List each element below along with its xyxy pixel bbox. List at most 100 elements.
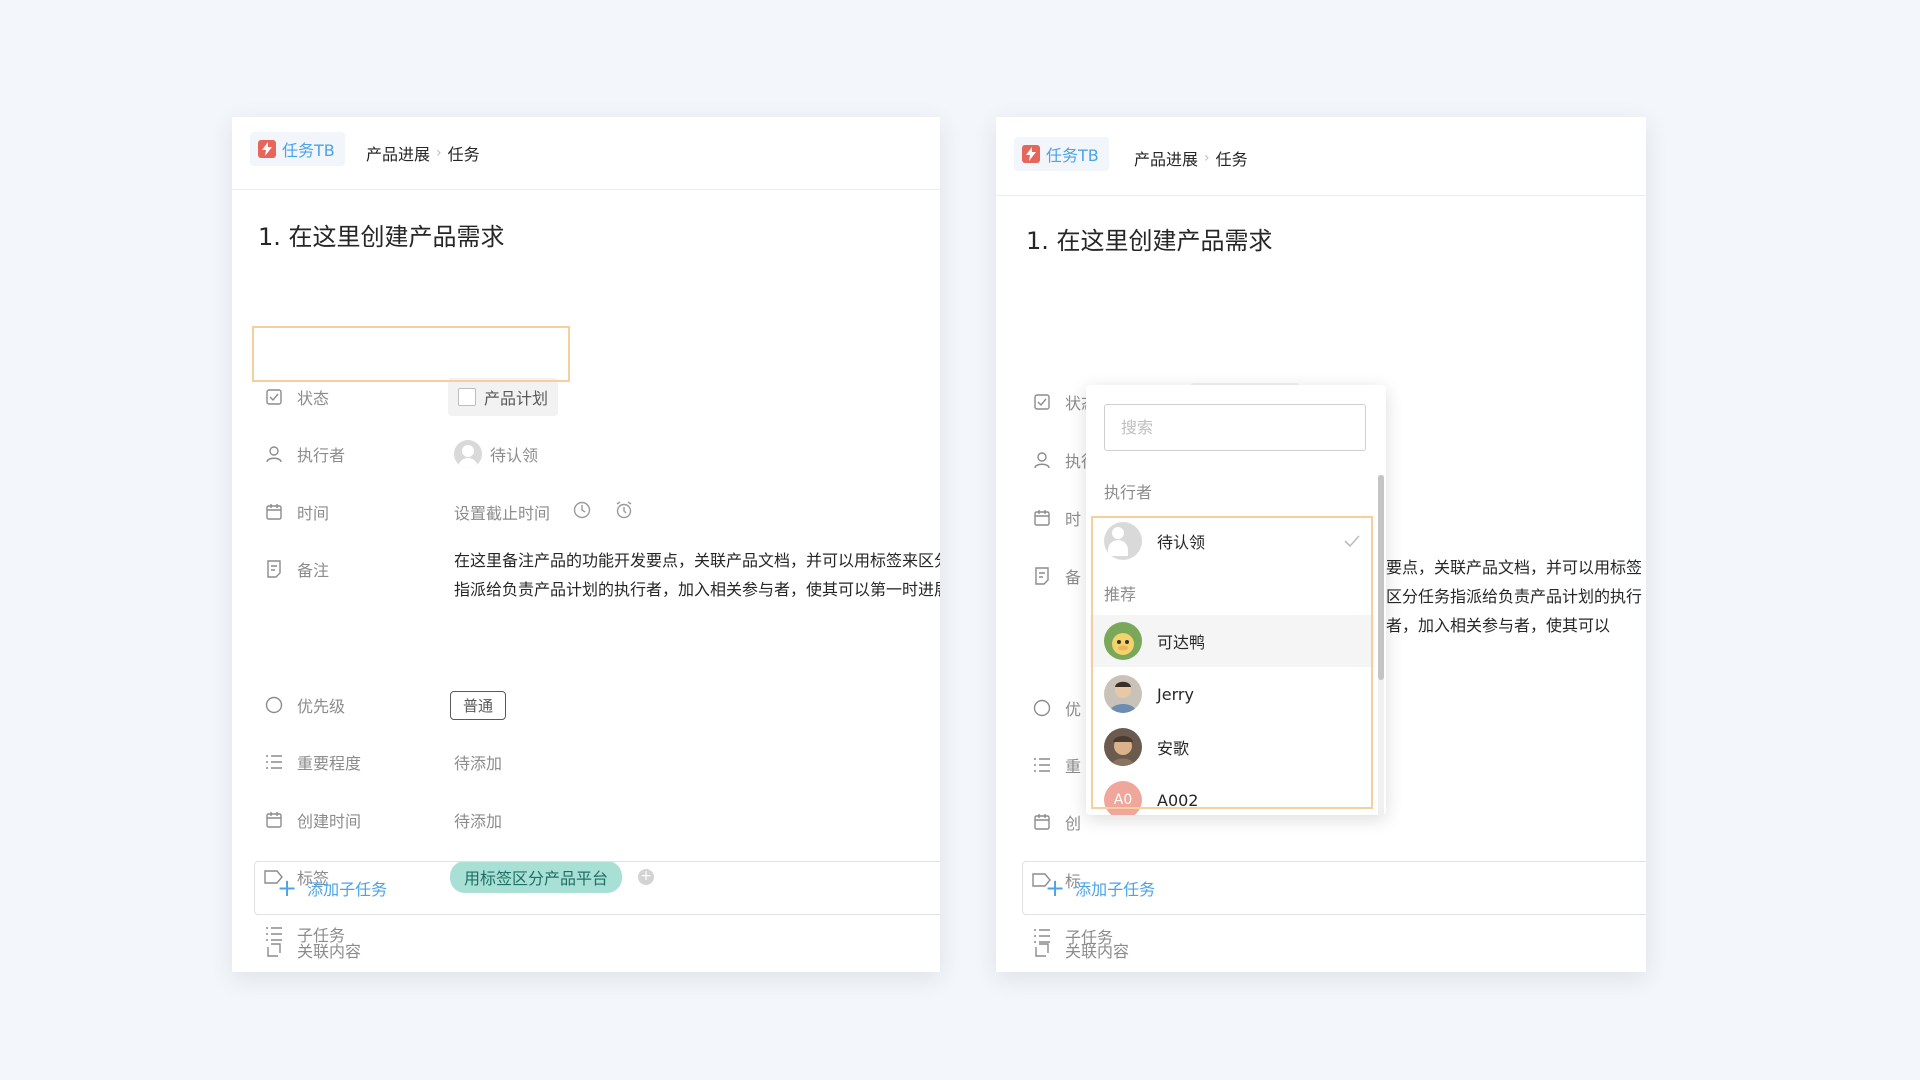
list-icon [1032, 755, 1052, 775]
circle-icon [1032, 698, 1052, 718]
checkbox-icon [1032, 392, 1052, 412]
task-title[interactable]: 1. 在这里创建产品需求 [1026, 221, 1273, 256]
field-label-partial: 重 [1065, 757, 1082, 776]
repeat-icon[interactable] [572, 500, 592, 524]
time-value[interactable]: 设置截止时间 [454, 500, 634, 524]
member-name: 待认领 [1157, 533, 1206, 552]
project-name: 任务TB [1046, 146, 1099, 165]
panel-header: 任务TB 产品进展 › 任务 [232, 117, 940, 190]
breadcrumb-item[interactable]: 产品进展 [1134, 146, 1198, 170]
field-label: 优先级 [297, 697, 346, 716]
breadcrumb-item[interactable]: 任务 [448, 141, 480, 165]
add-subtask-label: 添加子任务 [1075, 880, 1156, 899]
dropdown-item-member[interactable]: Jerry [1090, 668, 1374, 720]
status-checkbox[interactable] [458, 388, 476, 406]
checkmark-icon [1344, 532, 1360, 551]
field-label: 创建时间 [297, 812, 362, 831]
project-name: 任务TB [282, 141, 335, 160]
field-created: 创 [1032, 807, 1081, 837]
field-note: 备注 在这里备注产品的功能开发要点，关联产品文档，并可以用标签来区分任务指派给负… [264, 551, 940, 599]
field-related: 关联内容 [264, 935, 361, 965]
project-badge[interactable]: 任务TB [250, 132, 345, 166]
deadline-text[interactable]: 设置截止时间 [454, 500, 550, 524]
default-avatar [1104, 522, 1142, 560]
priority-tag[interactable]: 普通 [450, 690, 507, 720]
note-icon [264, 559, 284, 579]
field-label-partial: 优 [1065, 700, 1082, 719]
link-icon [264, 940, 284, 960]
status-value[interactable]: 产品计划 [448, 378, 559, 416]
lightning-icon [258, 140, 276, 158]
calendar-icon [1032, 812, 1052, 832]
member-initials-avatar: A0 [1104, 781, 1142, 815]
field-status: 状态 产品计划 [1032, 383, 1301, 421]
lightning-icon [1022, 145, 1040, 163]
field-created: 创建时间 待添加 [264, 805, 502, 835]
section-header-assignee: 执行者 [1104, 483, 1153, 502]
plus-icon: + [1045, 874, 1066, 902]
field-time: 时间 设置截止时间 [264, 497, 632, 527]
field-label-partial: 创 [1065, 814, 1082, 833]
field-priority: 优 [1032, 693, 1081, 723]
list-icon [264, 752, 284, 772]
project-badge[interactable]: 任务TB [1014, 137, 1109, 171]
link-icon [1032, 940, 1052, 960]
field-importance: 重要程度 待添加 [264, 747, 502, 777]
scrollbar-thumb[interactable] [1378, 475, 1384, 680]
field-time: 时 [1032, 503, 1081, 533]
created-value[interactable]: 待添加 [454, 808, 502, 832]
field-assignee[interactable]: 执行者 待认领 [1032, 445, 1280, 475]
plus-icon: + [277, 874, 298, 902]
task-title[interactable]: 1. 在这里创建产品需求 [258, 217, 505, 252]
importance-value[interactable]: 待添加 [454, 750, 502, 774]
priority-value[interactable]: 普通 [450, 690, 507, 720]
assignee-value[interactable]: 待认领 [454, 440, 538, 468]
dropdown-item-member[interactable]: 安歌 [1090, 721, 1374, 773]
member-name: Jerry [1157, 684, 1194, 704]
status-text: 产品计划 [484, 389, 549, 408]
breadcrumb-separator: › [436, 145, 442, 161]
field-importance: 重 [1032, 750, 1081, 780]
field-note: 备 要点，关联产品文档，并可以用标签区分任务指派给负责产品计划的执行者，加入相关… [1032, 558, 1642, 635]
default-avatar [454, 440, 482, 468]
note-icon [1032, 566, 1052, 586]
member-avatar [1104, 622, 1142, 660]
user-icon [1032, 450, 1052, 470]
member-name: 安歌 [1157, 739, 1190, 758]
add-subtask-label: 添加子任务 [307, 880, 388, 899]
calendar-icon [264, 502, 284, 522]
panel-header: 任务TB 产品进展 › 任务 [996, 117, 1646, 196]
member-avatar [1104, 675, 1142, 713]
user-icon [264, 444, 284, 464]
dropdown-item-current[interactable]: 待认领 [1090, 515, 1374, 567]
member-name: A002 [1157, 790, 1199, 810]
dropdown-item-member[interactable]: 可达鸭 [1090, 615, 1374, 667]
field-related: 关联内容 [1032, 935, 1129, 965]
member-avatar [1104, 728, 1142, 766]
breadcrumb: 产品进展 › 任务 [366, 141, 480, 165]
breadcrumb-item[interactable]: 产品进展 [366, 141, 430, 165]
add-subtask-button[interactable]: + 添加子任务 [1022, 861, 1646, 915]
field-label: 执行者 [297, 446, 346, 465]
field-label-partial: 时 [1065, 510, 1082, 529]
field-assignee[interactable]: 执行者 待认领 [264, 439, 538, 469]
breadcrumb-item[interactable]: 任务 [1216, 146, 1248, 170]
note-text-partial[interactable]: 要点，关联产品文档，并可以用标签区分任务指派给负责产品计划的执行者，加入相关参与… [1386, 553, 1646, 640]
section-header-recommend: 推荐 [1104, 585, 1137, 604]
assignee-highlight-frame [252, 326, 570, 382]
assignee-text: 待认领 [490, 446, 539, 465]
checkbox-icon [264, 387, 284, 407]
assignee-dropdown: 执行者 待认领 推荐 可达鸭 Jerry 安歌 A0 A002 [1086, 385, 1386, 815]
field-label: 时间 [297, 504, 330, 523]
circle-icon [264, 695, 284, 715]
search-input[interactable] [1104, 404, 1366, 451]
alarm-icon[interactable] [614, 500, 634, 524]
note-text[interactable]: 在这里备注产品的功能开发要点，关联产品文档，并可以用标签来区分任务指派给负责产品… [454, 546, 940, 604]
status-chip[interactable]: 产品计划 [448, 378, 559, 416]
breadcrumb: 产品进展 › 任务 [1134, 146, 1248, 170]
dropdown-item-member[interactable]: A0 A002 [1090, 774, 1374, 815]
field-label: 备注 [297, 561, 330, 580]
add-subtask-button[interactable]: + 添加子任务 [254, 861, 940, 915]
field-label: 状态 [297, 389, 330, 408]
calendar-icon [264, 810, 284, 830]
